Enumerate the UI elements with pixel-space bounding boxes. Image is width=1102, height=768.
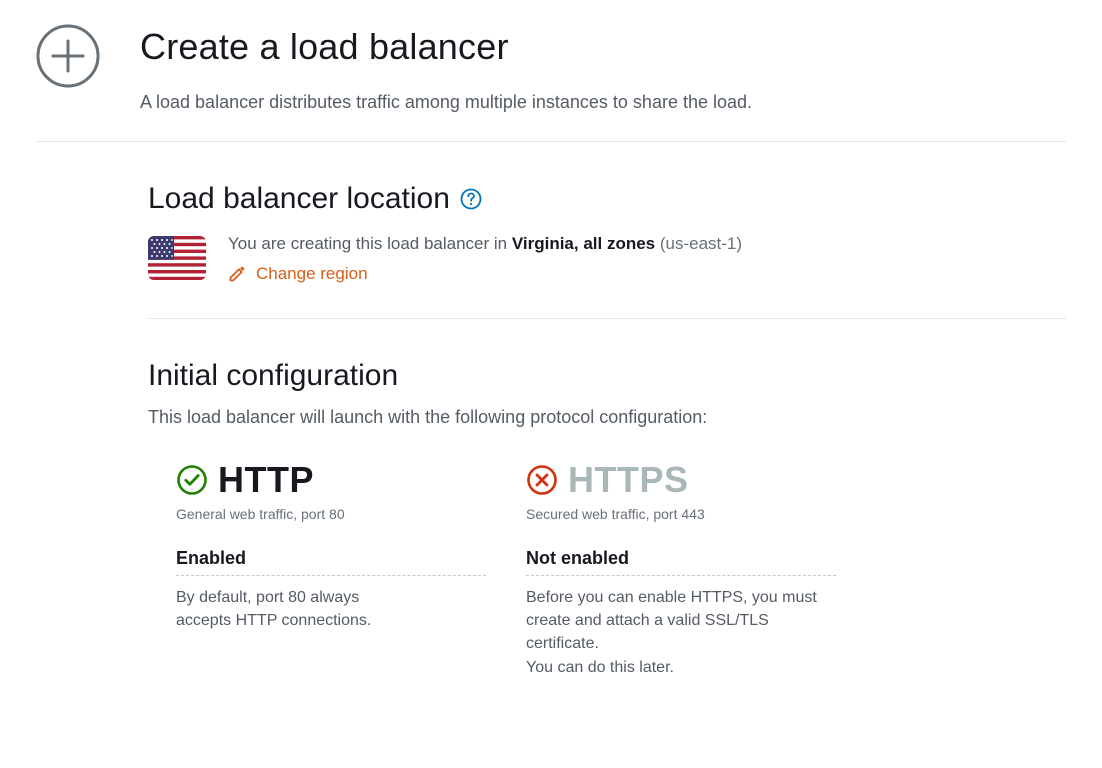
protocol-http-status: Enabled xyxy=(176,548,486,576)
location-text-wrap: You are creating this load balancer in V… xyxy=(228,234,1066,288)
change-region-link[interactable]: Change region xyxy=(228,264,368,284)
protocol-http: HTTP General web traffic, port 80 Enable… xyxy=(176,462,486,679)
check-circle-icon xyxy=(176,464,208,496)
protocol-https-header: HTTPS xyxy=(526,462,836,498)
location-description: You are creating this load balancer in V… xyxy=(228,234,1066,254)
config-description: This load balancer will launch with the … xyxy=(148,407,1066,428)
page-title: Create a load balancer xyxy=(140,26,1066,68)
location-intro: You are creating this load balancer in xyxy=(228,234,512,253)
section-title-config: Initial configuration xyxy=(148,359,1066,393)
location-region-code: (us-east-1) xyxy=(655,234,742,253)
protocol-http-detail: By default, port 80 always accepts HTTP … xyxy=(176,586,406,632)
section-title-location: Load balancer location xyxy=(148,182,450,216)
section-location: Load balancer location xyxy=(148,142,1066,319)
edit-icon xyxy=(228,265,246,283)
protocol-http-subtitle: General web traffic, port 80 xyxy=(176,506,486,522)
plus-icon xyxy=(36,24,100,88)
page-subtitle: A load balancer distributes traffic amon… xyxy=(140,92,1066,113)
protocol-https-subtitle: Secured web traffic, port 443 xyxy=(526,506,836,522)
protocol-http-name: HTTP xyxy=(218,462,314,498)
protocol-https-detail: Before you can enable HTTPS, you must cr… xyxy=(526,586,836,679)
x-circle-icon xyxy=(526,464,558,496)
protocol-https-name: HTTPS xyxy=(568,462,689,498)
protocol-http-header: HTTP xyxy=(176,462,486,498)
location-row: You are creating this load balancer in V… xyxy=(148,234,1066,319)
header-text-block: Create a load balancer A load balancer d… xyxy=(140,20,1066,113)
location-region-name: Virginia, all zones xyxy=(512,234,655,253)
help-icon[interactable] xyxy=(460,188,482,210)
page-root: Create a load balancer A load balancer d… xyxy=(0,0,1102,719)
protocol-https: HTTPS Secured web traffic, port 443 Not … xyxy=(526,462,836,679)
protocol-https-status: Not enabled xyxy=(526,548,836,576)
protocol-grid: HTTP General web traffic, port 80 Enable… xyxy=(176,462,1066,679)
location-title-row: Load balancer location xyxy=(148,182,1066,216)
change-region-label: Change region xyxy=(256,264,368,284)
section-config: Initial configuration This load balancer… xyxy=(148,319,1066,679)
page-header: Create a load balancer A load balancer d… xyxy=(36,20,1066,142)
us-flag-icon xyxy=(148,236,206,280)
